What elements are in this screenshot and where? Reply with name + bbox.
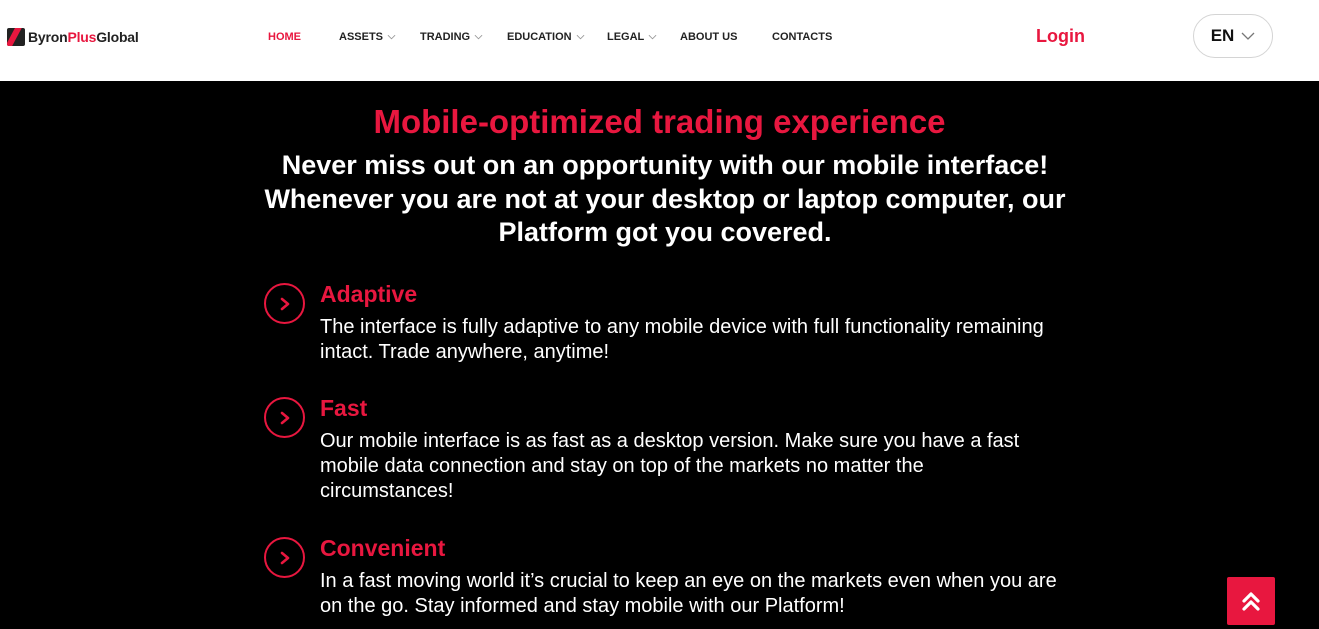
chevron-right-circle-icon — [264, 397, 305, 438]
chevron-right-circle-icon — [264, 283, 305, 324]
chevron-down-icon — [576, 34, 584, 40]
nav-home[interactable]: HOME — [268, 31, 301, 43]
nav-legal[interactable]: LEGAL — [607, 31, 657, 43]
logo-text: ByronPlusGlobal — [28, 29, 139, 45]
feature-description: The interface is fully adaptive to any m… — [320, 316, 1044, 363]
nav-contacts[interactable]: CONTACTS — [772, 31, 832, 43]
feature-title: Fast — [320, 395, 368, 421]
feature-description: In a fast moving world it’s crucial to k… — [320, 570, 1057, 617]
nav-trading[interactable]: TRADING — [420, 31, 483, 43]
top-navbar: ByronPlusGlobal HOME ASSETS TRADING EDUC… — [0, 0, 1319, 81]
double-chevron-up-icon — [1242, 592, 1260, 611]
mobile-section: Mobile-optimized trading experience Neve… — [0, 81, 1319, 629]
logo-mark-icon — [7, 28, 25, 46]
feature-title: Convenient — [320, 535, 446, 561]
chevron-down-icon — [387, 34, 396, 40]
feature-description: Our mobile interface is as fast as a des… — [320, 430, 1020, 502]
nav-assets[interactable]: ASSETS — [339, 31, 396, 43]
chevron-right-circle-icon — [264, 537, 305, 578]
nav-education[interactable]: EDUCATION — [507, 31, 585, 43]
login-link[interactable]: Login — [1036, 26, 1085, 47]
section-headline: Mobile-optimized trading experience — [373, 103, 946, 140]
brand-logo[interactable]: ByronPlusGlobal — [7, 27, 139, 47]
section-subhead: Never miss out on an opportunity with ou… — [264, 150, 1066, 247]
nav-about-us[interactable]: ABOUT US — [680, 31, 737, 43]
chevron-down-icon — [1241, 32, 1255, 40]
scroll-to-top-button[interactable] — [1227, 577, 1275, 625]
feature-title: Adaptive — [320, 281, 418, 307]
chevron-down-icon — [648, 34, 657, 40]
language-selector[interactable]: EN — [1193, 14, 1273, 58]
language-label: EN — [1210, 26, 1235, 45]
chevron-down-icon — [474, 34, 483, 40]
